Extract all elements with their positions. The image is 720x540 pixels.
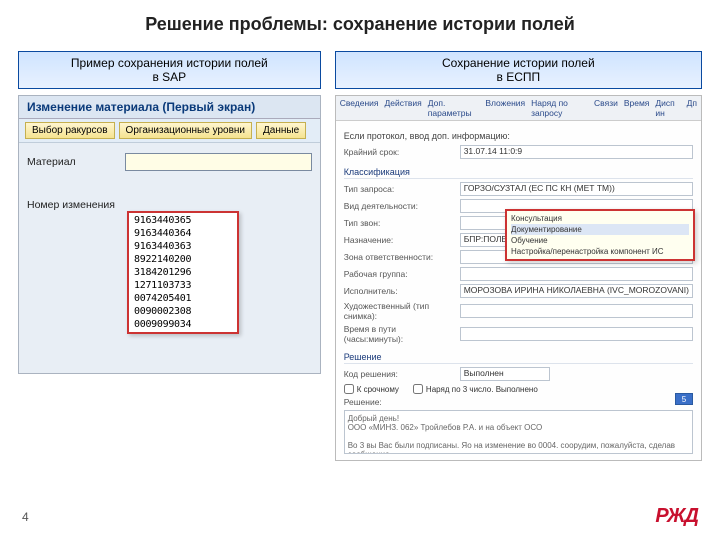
tab[interactable]: Связи [594, 98, 618, 118]
order-done-checkbox[interactable]: Наряд по 3 число. Выполнено [413, 384, 538, 394]
tab[interactable]: Наряд по запросу [531, 98, 588, 118]
left-header: Пример сохранения истории полей в SAP [18, 51, 321, 89]
call-type-label: Тип звон: [344, 218, 454, 228]
list-item[interactable]: 9163440364 [130, 227, 236, 240]
right-header: Сохранение истории полей в ЕСПП [335, 51, 702, 89]
classification-section: Классификация [344, 167, 693, 179]
sap-window: Изменение материала (Первый экран) Выбор… [18, 95, 321, 374]
travel-time-label: Время в пути (часы:минуты): [344, 324, 454, 344]
solution-code-label: Код решения: [344, 369, 454, 379]
tab[interactable]: Дисп ин [655, 98, 680, 118]
tab[interactable]: Доп. параметры [428, 98, 480, 118]
deadline-label: Крайний срок: [344, 147, 454, 157]
list-item[interactable]: Консультация [511, 213, 689, 224]
espp-window: Сведения Действия Доп. параметры Вложени… [335, 95, 702, 461]
history-popup[interactable]: Консультация Документирование Обучение Н… [505, 209, 695, 261]
request-type-field[interactable]: ГОРЗО/СУЗТАЛ (ЕС ПС КН (МЕТ ТМ)) [460, 182, 693, 196]
list-item[interactable]: Настройка/перенастройка компонент ИС [511, 246, 689, 257]
footer: 4 РЖД [0, 505, 720, 528]
tab[interactable]: Действия [385, 98, 422, 118]
right-column: Сохранение истории полей в ЕСПП Сведения… [335, 51, 702, 461]
tab[interactable]: Время [624, 98, 650, 118]
sap-toolbar: Выбор ракурсов Организационные уровни Да… [19, 119, 320, 143]
tab[interactable]: Вложения [485, 98, 525, 118]
solution-textarea[interactable]: Добрый день! ООО «МИНЗ. 062» Тройлебов Р… [344, 410, 693, 454]
info-heading: Если протокол, ввод доп. информацию: [344, 131, 693, 141]
espp-body: Если протокол, ввод доп. информацию: Кра… [336, 121, 701, 460]
left-column: Пример сохранения истории полей в SAP Из… [18, 51, 321, 461]
pager-badge[interactable]: 5 [675, 393, 693, 405]
material-input[interactable] [125, 153, 312, 171]
slide-title: Решение проблемы: сохранение истории пол… [0, 0, 720, 51]
view-selection-button[interactable]: Выбор ракурсов [25, 122, 115, 139]
urgent-checkbox[interactable]: К срочному [344, 384, 399, 394]
list-item[interactable]: 0009099034 [130, 318, 236, 331]
list-item[interactable]: 9163440365 [130, 214, 236, 227]
artistic-field[interactable] [460, 304, 693, 318]
sap-body: Материал Номер изменения 9163440365 9163… [19, 143, 320, 373]
espp-tabs: Сведения Действия Доп. параметры Вложени… [336, 96, 701, 121]
artistic-label: Художественный (тип снимка): [344, 301, 454, 321]
deadline-field[interactable]: 31.07.14 11:0:9 [460, 145, 693, 159]
workgroup-field[interactable] [460, 267, 693, 281]
responsibility-zone-label: Зона ответственности: [344, 252, 454, 262]
solution-section: Решение [344, 352, 693, 364]
material-label: Материал [27, 156, 119, 168]
list-item[interactable]: Документирование [511, 224, 689, 235]
change-number-label: Номер изменения [27, 199, 119, 211]
travel-time-field[interactable] [460, 327, 693, 341]
page-number: 4 [22, 510, 29, 524]
org-levels-button[interactable]: Организационные уровни [119, 122, 252, 139]
data-button[interactable]: Данные [256, 122, 306, 139]
list-item[interactable]: 9163440363 [130, 240, 236, 253]
workgroup-label: Рабочая группа: [344, 269, 454, 279]
tab[interactable]: Дп [687, 98, 697, 118]
list-item[interactable]: 8922140200 [130, 253, 236, 266]
solution-code-field[interactable]: Выполнен [460, 367, 550, 381]
tab[interactable]: Сведения [340, 98, 379, 118]
solution-label: Решение: [344, 397, 454, 407]
activity-type-label: Вид деятельности: [344, 201, 454, 211]
executor-field[interactable]: МОРОЗОВА ИРИНА НИКОЛАЕВНА (IVC_MOROZOVAN… [460, 284, 693, 298]
list-item[interactable]: 0090002308 [130, 305, 236, 318]
sap-window-title: Изменение материала (Первый экран) [19, 96, 320, 119]
list-item[interactable]: 0074205401 [130, 292, 236, 305]
history-dropdown[interactable]: 9163440365 9163440364 9163440363 8922140… [127, 211, 239, 334]
rzd-logo: РЖД [655, 505, 698, 528]
list-item[interactable]: 1271103733 [130, 279, 236, 292]
list-item[interactable]: Обучение [511, 235, 689, 246]
executor-label: Исполнитель: [344, 286, 454, 296]
request-type-label: Тип запроса: [344, 184, 454, 194]
assignment-label: Назначение: [344, 235, 454, 245]
list-item[interactable]: 3184201296 [130, 266, 236, 279]
